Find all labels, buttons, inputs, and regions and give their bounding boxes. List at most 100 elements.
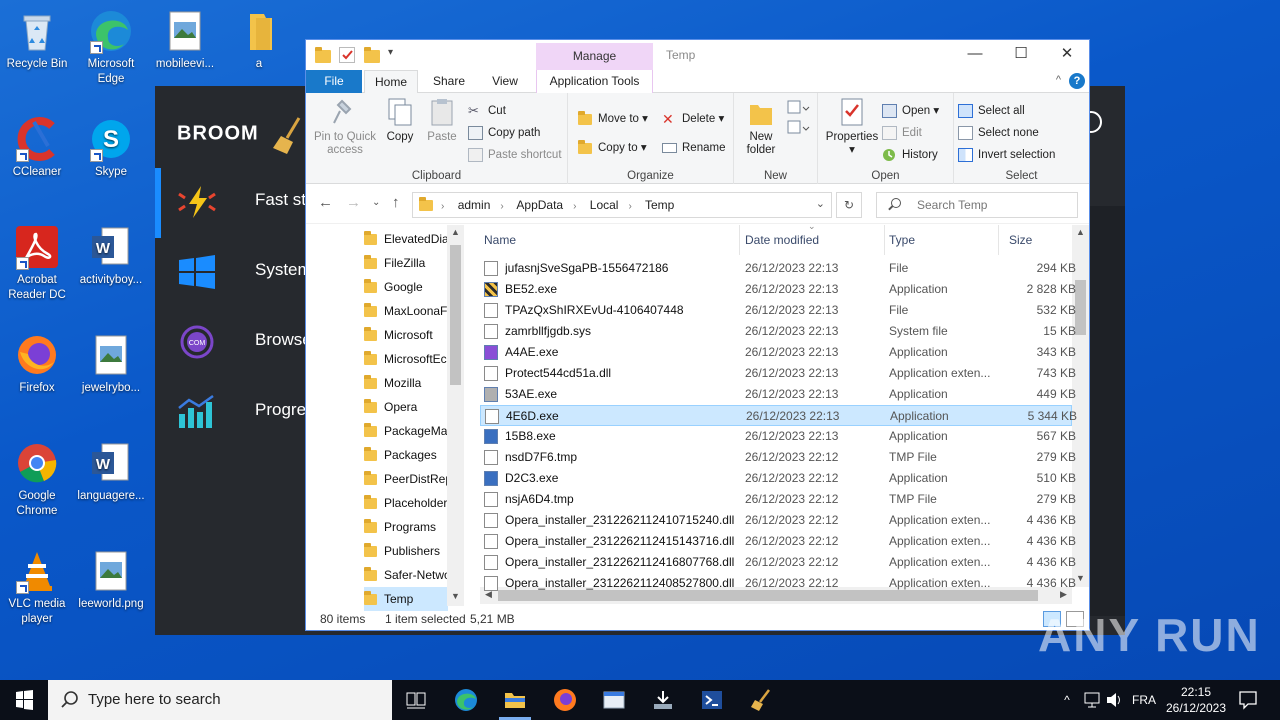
file-explorer-taskbar-icon[interactable]	[503, 688, 527, 712]
rename-button[interactable]: Rename	[662, 138, 725, 158]
breadcrumb-appdata[interactable]: AppData	[516, 198, 563, 212]
nav-folder-item[interactable]: Packages	[364, 443, 448, 467]
breadcrumb-local[interactable]: Local	[590, 198, 619, 212]
copy-path-button[interactable]: Copy path	[468, 123, 540, 143]
edge-taskbar-icon[interactable]	[454, 688, 478, 712]
clock[interactable]: 22:15 26/12/2023	[1160, 680, 1232, 720]
file-row[interactable]: jufasnjSveSgaPB-1556472186 26/12/2023 22:…	[480, 258, 1076, 279]
maximize-button[interactable]: ☐	[998, 40, 1044, 70]
tab-home[interactable]: Home	[364, 70, 418, 94]
refresh-icon[interactable]: ↻	[836, 192, 862, 218]
delete-button[interactable]: ✕ Delete ▾	[662, 109, 724, 129]
desktop-icon-languagere[interactable]: W languagere...	[74, 440, 148, 504]
scroll-up-icon[interactable]: ▲	[1072, 227, 1089, 237]
address-dropdown-icon[interactable]: ⌄	[816, 197, 825, 210]
file-row[interactable]: TPAzQxShIRXEvUd-4106407448 26/12/2023 22:…	[480, 300, 1076, 321]
file-row[interactable]: D2C3.exe 26/12/2023 22:12 Application 510 K…	[480, 468, 1076, 489]
nav-folder-item[interactable]: MaxLoonaF	[364, 299, 448, 323]
download-installer-taskbar-icon[interactable]	[651, 688, 675, 712]
column-header-name[interactable]: Name	[484, 225, 740, 255]
nav-folder-item[interactable]: Microsoft	[364, 323, 448, 347]
broom-taskbar-icon[interactable]	[749, 688, 773, 712]
help-icon[interactable]: ?	[1069, 73, 1085, 89]
show-hidden-icons-chevron-icon[interactable]: ^	[1058, 680, 1076, 720]
nav-scrollbar[interactable]: ▲ ▼	[447, 225, 464, 606]
desktop-icon-jewelrybo[interactable]: jewelrybo...	[74, 332, 148, 396]
pin-to-quick-access-button[interactable]: Pin to Quick access	[312, 97, 378, 157]
nav-folder-item[interactable]: MicrosoftEc	[364, 347, 448, 371]
app-window-taskbar-icon[interactable]	[602, 688, 626, 712]
file-row[interactable]: Protect544cd51a.dll 26/12/2023 22:13 Appli…	[480, 363, 1076, 384]
open-button[interactable]: Open ▾	[882, 101, 939, 121]
desktop-icon-mobileevi[interactable]: mobileevi...	[148, 8, 222, 72]
desktop-icon-vlc[interactable]: VLC media player	[0, 548, 74, 627]
broom-nav-browser[interactable]: COM Browse	[155, 312, 315, 372]
tab-share[interactable]: Share	[422, 70, 476, 93]
file-row[interactable]: nsjA6D4.tmp 26/12/2023 22:12 TMP File 279 K…	[480, 489, 1076, 510]
new-folder-quick-icon[interactable]	[364, 47, 380, 63]
scroll-up-icon[interactable]: ▲	[447, 227, 464, 237]
nav-folder-item[interactable]: PeerDistRep	[364, 467, 448, 491]
file-row[interactable]: Opera_installer_2312262112410715240.dll 2…	[480, 510, 1076, 531]
desktop-icon-acrobat[interactable]: Acrobat Reader DC	[0, 224, 74, 303]
tab-file[interactable]: File	[306, 70, 362, 93]
back-arrow-icon[interactable]: ←	[318, 194, 333, 211]
file-row[interactable]: 53AE.exe 26/12/2023 22:13 Application 449 K…	[480, 384, 1076, 405]
cut-button[interactable]: ✂ Cut	[468, 101, 506, 121]
tab-view[interactable]: View	[478, 70, 532, 93]
broom-nav-fast-start[interactable]: Fast st	[155, 172, 315, 232]
nav-folder-item[interactable]: Placeholder	[364, 491, 448, 515]
column-header-type[interactable]: Type	[889, 225, 999, 255]
nav-folder-item[interactable]: Publishers	[364, 539, 448, 563]
desktop-icon-firefox[interactable]: Firefox	[0, 332, 74, 396]
recent-locations-chevron-icon[interactable]: ⌄	[372, 197, 380, 208]
network-icon[interactable]	[1082, 680, 1102, 720]
manage-contextual-tab[interactable]: Manage	[536, 43, 653, 70]
nav-folder-item[interactable]: ElevatedDia	[364, 227, 448, 251]
desktop-icon-chrome[interactable]: Google Chrome	[0, 440, 74, 519]
paste-shortcut-button[interactable]: Paste shortcut	[468, 145, 562, 165]
nav-folder-item[interactable]: Mozilla	[364, 371, 448, 395]
volume-icon[interactable]	[1104, 680, 1124, 720]
file-row[interactable]: Opera_installer_2312262112416807768.dll 2…	[480, 552, 1076, 573]
breadcrumb-temp[interactable]: Temp	[645, 198, 674, 212]
new-item-dropdown[interactable]	[784, 99, 810, 147]
desktop-icon-a[interactable]: a	[222, 8, 296, 72]
taskbar-search-box[interactable]: Type here to search	[48, 680, 392, 720]
file-row[interactable]: nsdD7F6.tmp 26/12/2023 22:12 TMP File 279 K…	[480, 447, 1076, 468]
nav-folder-item[interactable]: Safer-Netwo	[364, 563, 448, 587]
collapse-ribbon-icon[interactable]: ^	[1056, 74, 1061, 86]
start-button[interactable]	[0, 680, 48, 720]
desktop-icon-ccleaner[interactable]: CCleaner	[0, 116, 74, 180]
column-header-size[interactable]: Size	[1009, 225, 1072, 255]
file-row[interactable]: zamrbllfjgdb.sys 26/12/2023 22:13 System f…	[480, 321, 1076, 342]
file-row[interactable]: 4E6D.exe 26/12/2023 22:13 Application 5 344…	[480, 405, 1077, 426]
nav-folder-item[interactable]: FileZilla	[364, 251, 448, 275]
file-row[interactable]: 15B8.exe 26/12/2023 22:13 Application 567 K…	[480, 426, 1076, 447]
select-none-button[interactable]: Select none	[958, 123, 1039, 143]
customize-quick-access-icon[interactable]: ▾	[388, 47, 404, 63]
broom-nav-progress[interactable]: Progre	[155, 382, 315, 442]
close-button[interactable]: ✕	[1044, 40, 1090, 70]
desktop-icon-activityboy[interactable]: W activityboy...	[74, 224, 148, 288]
properties-button[interactable]: Properties ▾	[822, 97, 882, 157]
properties-quick-icon[interactable]	[339, 47, 355, 63]
edit-button[interactable]: Edit	[882, 123, 922, 143]
broom-nav-system[interactable]: System	[155, 242, 315, 302]
search-input[interactable]: Search Temp	[876, 192, 1078, 218]
move-to-button[interactable]: Move to ▾	[578, 109, 648, 129]
desktop-icon-edge[interactable]: Microsoft Edge	[74, 8, 148, 87]
new-folder-button[interactable]: New folder	[738, 97, 784, 157]
copy-to-button[interactable]: Copy to ▾	[578, 138, 647, 158]
address-bar[interactable]: › admin › AppData › Local › Temp ⌄	[412, 192, 832, 218]
nav-folder-item[interactable]: Google	[364, 275, 448, 299]
up-arrow-icon[interactable]: ↑	[392, 194, 400, 211]
file-row[interactable]: Opera_installer_2312262112408527800.dll 2…	[480, 573, 1076, 594]
desktop-icon-leeworld[interactable]: leeworld.png	[74, 548, 148, 612]
forward-arrow-icon[interactable]: →	[346, 194, 361, 211]
task-view-icon[interactable]	[404, 688, 428, 712]
file-row[interactable]: A4AE.exe 26/12/2023 22:13 Application 343 K…	[480, 342, 1076, 363]
nav-folder-item[interactable]: PackageMa	[364, 419, 448, 443]
tab-application-tools[interactable]: Application Tools	[536, 70, 653, 93]
desktop-icon-recycle-bin[interactable]: Recycle Bin	[0, 8, 74, 72]
